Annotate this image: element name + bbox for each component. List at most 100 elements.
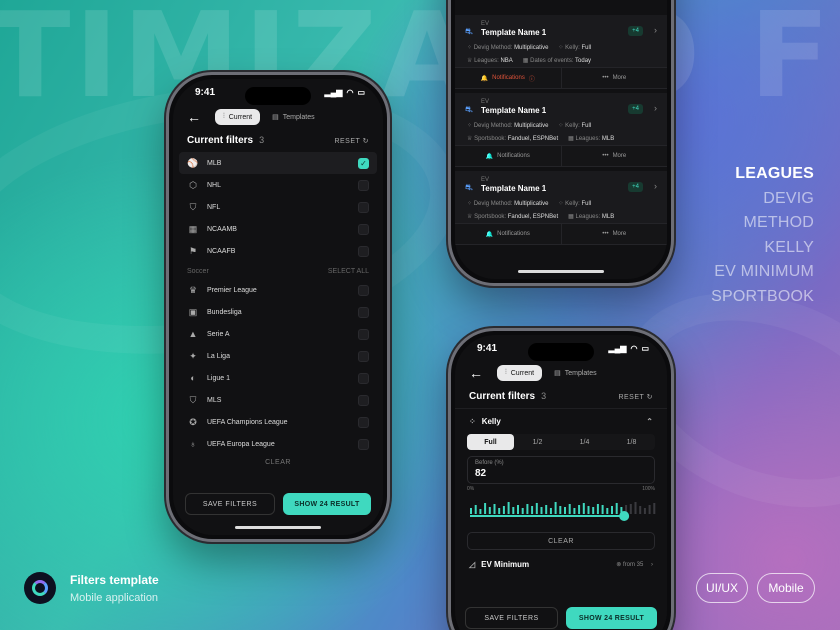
league-row[interactable]: ⬡ NHL [173, 174, 383, 196]
soccer-league-row[interactable]: ♛ Premier League [173, 279, 383, 301]
notifications-button[interactable]: 🔔 Notifications [455, 146, 562, 166]
checkbox[interactable] [358, 306, 369, 318]
checkbox[interactable] [358, 438, 369, 450]
soccer-league-row[interactable]: ✪ UEFA Champions League [173, 411, 383, 433]
checkbox[interactable] [358, 284, 369, 296]
reset-button[interactable]: RESET ↻ [334, 137, 369, 145]
tab-current[interactable]: ⫶ Current [497, 365, 543, 381]
checkbox[interactable] [358, 179, 369, 191]
bookmark-icon: ▤ [554, 370, 561, 377]
tab-templates[interactable]: ▤ Templates [264, 109, 323, 125]
checkbox[interactable] [358, 350, 369, 362]
histogram [470, 502, 656, 521]
checkbox[interactable] [358, 416, 369, 428]
slider-handle[interactable] [619, 511, 630, 521]
legend-item: LEAGUES [735, 165, 814, 182]
league-row-left: ⚑ NCAAFB [187, 245, 235, 257]
card-footer: 🔔 Notifications ••• More [455, 145, 667, 166]
la-liga-icon: ✦ [189, 350, 197, 361]
soccer-league-row[interactable]: ⛉ MLS [173, 389, 383, 411]
checkbox[interactable] [358, 223, 369, 235]
show-results-button[interactable]: SHOW 24 RESULT [566, 607, 657, 629]
league-row-left: ✪ UEFA Champions League [187, 416, 288, 428]
template-card[interactable]: ⛐ EV Template Name 1 +4 › ⁘ Devig Method: Mul… [455, 15, 667, 89]
trophy-icon: ♕ [467, 136, 473, 142]
checkbox[interactable] [358, 372, 369, 384]
chevron-right-icon[interactable]: › [654, 103, 657, 113]
calendar-icon: ▦ [568, 136, 574, 142]
histogram-bar [498, 508, 501, 514]
soccer-league-row[interactable]: ◐ Ligue 1 [173, 367, 383, 389]
kelly-option[interactable]: 1/2 [514, 434, 561, 450]
checkbox[interactable] [358, 245, 369, 257]
select-all-button[interactable]: SELECT ALL [328, 268, 369, 275]
bookmark-icon: ▤ [272, 114, 279, 121]
ev-minimum-value: ⊗ from 35 › [616, 561, 653, 568]
clear-button[interactable]: CLEAR [467, 532, 655, 550]
checkbox[interactable]: ✓ [358, 157, 369, 169]
soccer-league-row[interactable]: ▣ Bundesliga [173, 301, 383, 323]
league-row[interactable]: ⚾ MLB ✓ [179, 152, 377, 174]
save-filters-button[interactable]: SAVE FILTERS [465, 607, 558, 629]
meta-key: Kelly: [565, 123, 580, 129]
league-row[interactable]: ⛉ NFL [173, 196, 383, 218]
save-filters-button[interactable]: SAVE FILTERS [185, 493, 275, 515]
soccer-league-row[interactable]: ▲ Serie A [173, 323, 383, 345]
kelly-icon: ⁘ [558, 123, 564, 129]
template-card[interactable]: ⛐ EV Template Name 1 +4 › ⁘ Devig Method: Mul… [455, 93, 667, 167]
kelly-option[interactable]: 1/8 [608, 434, 655, 450]
show-results-button[interactable]: SHOW 24 RESULT [283, 493, 371, 515]
more-button[interactable]: ••• More [562, 146, 668, 166]
back-arrow-icon[interactable]: ← [187, 109, 205, 125]
filter-count: 3 [259, 135, 265, 145]
notifications-button[interactable]: 🔔 Notifications [455, 224, 562, 244]
meta-value: MLB [601, 136, 615, 142]
before-label: Before (%) [475, 460, 504, 466]
more-button[interactable]: ••• More [562, 224, 668, 244]
meta-devig: ⁘ Devig Method: Multiplicative [467, 200, 548, 207]
home-indicator [518, 270, 604, 273]
checkbox[interactable] [358, 201, 369, 213]
league-row-left: ♁ UEFA Europa League [187, 438, 275, 450]
reset-button[interactable]: RESET ↻ [618, 393, 653, 401]
league-row[interactable]: ⚑ NCAAFB [173, 240, 383, 262]
league-label: Ligue 1 [207, 374, 230, 382]
tab-templates[interactable]: ▤ Templates [546, 365, 605, 381]
league-label: NCAAFB [207, 247, 236, 255]
soccer-league-row[interactable]: ✦ La Liga [173, 345, 383, 367]
histogram-bar [634, 502, 637, 514]
notifications-button[interactable]: 🔔 Notifications ⓘ [455, 68, 562, 88]
chevron-right-icon[interactable]: › [654, 25, 657, 35]
devig-icon: ⁘ [467, 123, 473, 129]
checkbox[interactable] [358, 394, 369, 406]
distribution-slider[interactable]: 0% 100% [467, 486, 656, 524]
template-cards: ⛐ EV Template Name 1 +4 › ⁘ Devig Method: Mul… [455, 15, 667, 245]
histogram-bar [521, 508, 524, 514]
title-text: Current filters [187, 135, 254, 146]
kelly-option[interactable]: 1/4 [561, 434, 608, 450]
tab-current[interactable]: ⫶ Current [215, 109, 261, 125]
kelly-option[interactable]: Full [467, 434, 514, 450]
back-arrow-icon[interactable]: ← [469, 365, 487, 381]
clock: 9:41 [195, 86, 216, 98]
chevron-up-icon: ⌃ [646, 417, 653, 426]
league-row[interactable]: ▦ NCAAMB [173, 218, 383, 240]
league-row-left: ♛ Premier League [187, 284, 257, 296]
soccer-league-row[interactable]: ♁ UEFA Europa League [173, 433, 383, 455]
before-percent-field[interactable]: Before (%) 82 [467, 456, 655, 484]
chevron-right-icon[interactable]: › [654, 181, 657, 191]
more-button[interactable]: ••• More [562, 68, 668, 88]
meta-value: Fanduel, ESPNBet [507, 136, 559, 142]
clear-button[interactable]: CLEAR [173, 459, 383, 466]
ev-minimum-row[interactable]: ◿ EV Minimum ⊗ from 35 › [455, 550, 667, 569]
league-label: UEFA Champions League [207, 418, 288, 426]
card-header: ⛐ EV Template Name 1 +4 › [455, 15, 667, 41]
status-icons: ▂▄▆ ◠ ▭ [324, 88, 365, 97]
card-meta-row: ♕ Sportsbook: Fanduel, ESPNBet ▦ Leagues:… [455, 210, 667, 223]
kelly-section-header[interactable]: ⁘ Kelly ⌃ [455, 408, 667, 434]
template-card[interactable]: ⛐ EV Template Name 1 +4 › ⁘ Devig Method: Mul… [455, 171, 667, 245]
meta-key: Sportsbook: [474, 136, 507, 142]
checkbox[interactable] [358, 328, 369, 340]
meta-key: Devig Method: [473, 45, 513, 51]
legend-item: KELLY [764, 238, 814, 256]
